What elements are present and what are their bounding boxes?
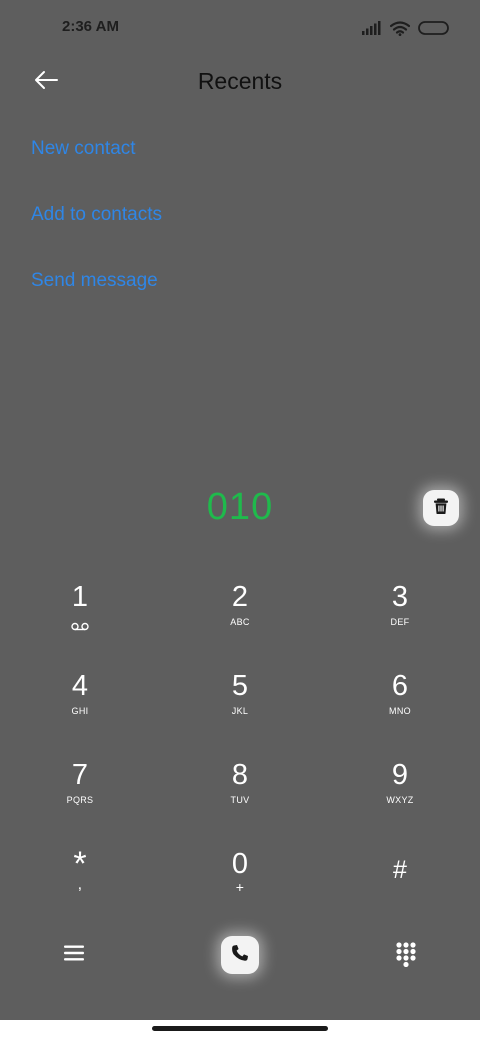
key-digit: 1	[71, 581, 89, 613]
key-digit: 2	[231, 581, 249, 613]
key-7[interactable]: 7 PQRS	[10, 758, 150, 834]
key-8[interactable]: 8 TUV	[170, 758, 310, 834]
key-letters: ,	[77, 876, 83, 893]
key-3[interactable]: 3 DEF	[330, 580, 470, 656]
key-letters: WXYZ	[386, 795, 414, 805]
key-star[interactable]: * ,	[10, 847, 150, 923]
key-digit: 4	[71, 670, 89, 702]
phone-icon	[230, 943, 250, 968]
key-letters: PQRS	[66, 795, 94, 805]
key-letters: ABC	[230, 617, 250, 627]
key-letters: +	[235, 879, 245, 895]
home-indicator[interactable]	[152, 1026, 328, 1031]
key-digit: 0	[231, 848, 249, 880]
trash-icon	[432, 497, 450, 520]
header: Recents	[0, 56, 480, 108]
key-digit: 9	[391, 759, 409, 791]
dialpad-icon	[395, 941, 417, 972]
signal-icon	[362, 21, 382, 35]
key-4[interactable]: 4 GHI	[10, 669, 150, 745]
page-title: Recents	[197, 68, 283, 94]
key-digit: 7	[71, 759, 89, 791]
bottom-bar	[0, 930, 480, 980]
status-bar: 2:36 AM	[0, 0, 480, 56]
send-message-link[interactable]: Send message	[31, 270, 158, 292]
key-letters: GHI	[71, 706, 89, 716]
key-letters: DEF	[390, 617, 410, 627]
system-nav-bar	[0, 1020, 480, 1040]
key-0[interactable]: 0 +	[170, 847, 310, 923]
dialed-number: 010	[206, 486, 274, 528]
key-digit: 8	[231, 759, 249, 791]
battery-icon	[418, 21, 450, 35]
key-hash[interactable]: #	[330, 847, 470, 893]
key-9[interactable]: 9 WXYZ	[330, 758, 470, 834]
menu-button[interactable]	[56, 940, 92, 970]
add-to-contacts-link[interactable]: Add to contacts	[31, 204, 162, 226]
key-letters: MNO	[389, 706, 411, 716]
voicemail-icon	[71, 618, 89, 636]
key-5[interactable]: 5 JKL	[170, 669, 310, 745]
key-1[interactable]: 1	[10, 580, 150, 656]
key-digit: 6	[391, 670, 409, 702]
menu-icon	[63, 944, 85, 967]
key-letters: TUV	[230, 795, 250, 805]
key-6[interactable]: 6 MNO	[330, 669, 470, 745]
key-digit: 5	[231, 670, 249, 702]
delete-button[interactable]	[423, 490, 459, 526]
wifi-icon	[390, 20, 410, 36]
status-time: 2:36 AM	[62, 18, 119, 35]
key-letters: JKL	[231, 706, 249, 716]
call-button[interactable]	[221, 936, 259, 974]
new-contact-link[interactable]: New contact	[31, 138, 136, 160]
dialpad-toggle-button[interactable]	[388, 938, 424, 974]
status-icons	[362, 18, 450, 38]
key-digit: 3	[391, 581, 409, 613]
key-digit: #	[393, 856, 407, 884]
key-2[interactable]: 2 ABC	[170, 580, 310, 656]
